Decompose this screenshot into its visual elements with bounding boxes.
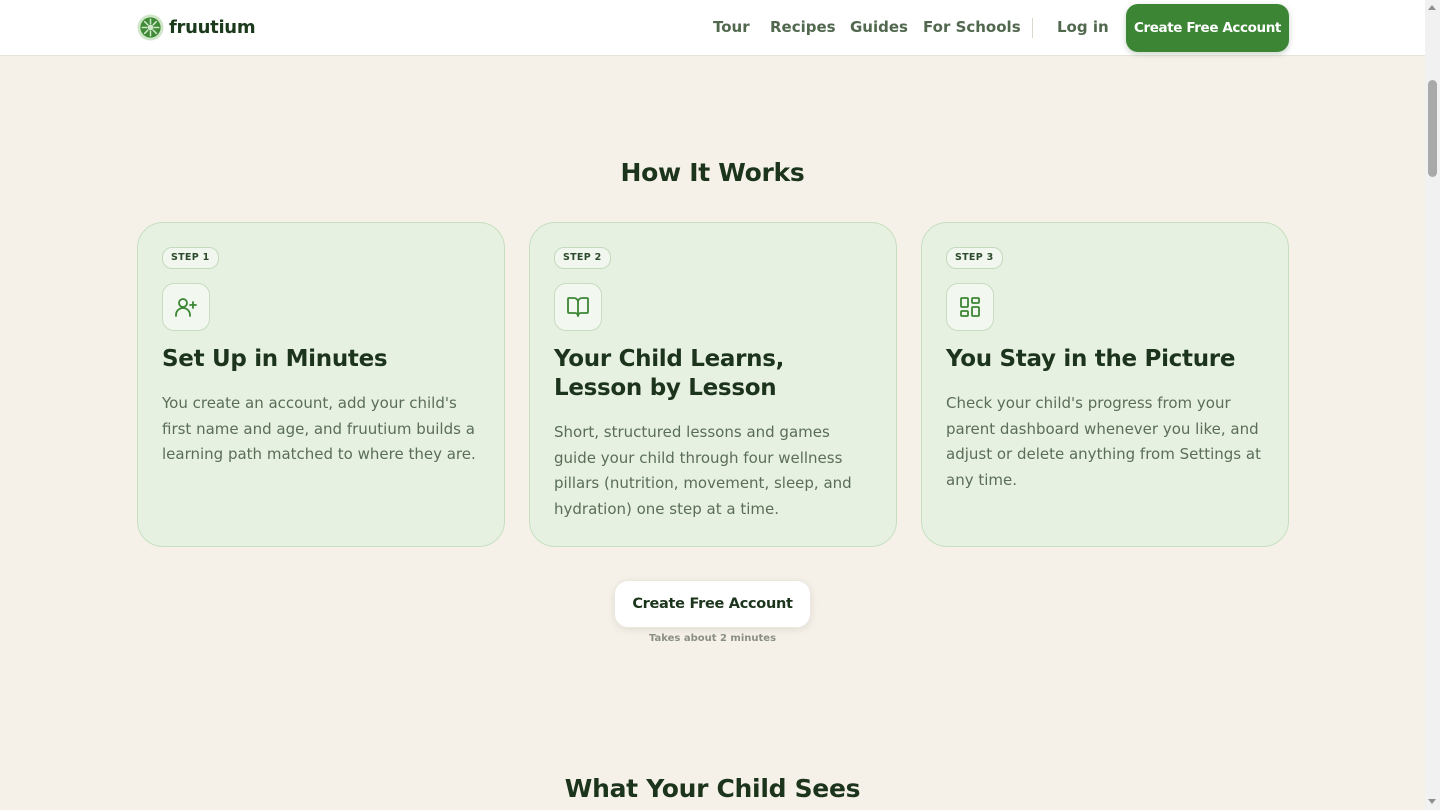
step-card-2: STEP 2 Your Child Learns, Lesson by Less… (529, 222, 897, 547)
brand-name: fruutium (169, 17, 256, 38)
nav-link-recipes[interactable]: Recipes (770, 18, 836, 36)
nav-link-guides[interactable]: Guides (850, 18, 908, 36)
section-title-what-your-child-sees: What Your Child Sees (564, 774, 861, 803)
login-link[interactable]: Log in (1057, 18, 1109, 36)
page-scrollbar[interactable] (1425, 0, 1440, 810)
create-account-button[interactable]: Create Free Account (614, 580, 811, 628)
nav-link-tour[interactable]: Tour (713, 18, 750, 36)
step-badge: STEP 3 (946, 247, 1003, 269)
page: fruutium Tour Recipes Guides For Schools… (0, 0, 1425, 810)
step-description: You create an account, add your child's … (162, 394, 476, 464)
user-plus-icon (162, 283, 210, 331)
logo[interactable]: fruutium (137, 14, 256, 41)
step-title: Your Child Learns, Lesson by Lesson (554, 346, 785, 401)
step-badge: STEP 2 (554, 247, 611, 269)
scrollbar-thumb[interactable] (1428, 80, 1437, 177)
step-card-3: STEP 3 You Stay in the Picture Check you… (921, 222, 1289, 547)
section-title-how-it-works: How It Works (620, 158, 805, 187)
cta-note: Takes about 2 minutes (648, 633, 777, 644)
step-description: Short, structured lessons and games guid… (554, 423, 852, 519)
step-card-1: STEP 1 Set Up in Minutes You create an a… (137, 222, 505, 547)
site-header: fruutium Tour Recipes Guides For Schools… (0, 0, 1425, 56)
nav-divider (1032, 18, 1033, 38)
scroll-down-arrow-icon[interactable] (1428, 799, 1436, 804)
nav-link-for-schools[interactable]: For Schools (923, 18, 1021, 36)
step-title: You Stay in the Picture (946, 346, 1236, 372)
dashboard-icon (946, 283, 994, 331)
scroll-up-arrow-icon[interactable] (1428, 5, 1436, 10)
step-title: Set Up in Minutes (162, 346, 388, 372)
fruit-logo-icon (137, 14, 164, 41)
step-badge: STEP 1 (162, 247, 219, 269)
create-account-button-header[interactable]: Create Free Account (1126, 4, 1289, 52)
step-description: Check your child's progress from your pa… (946, 394, 1261, 490)
book-open-icon (554, 283, 602, 331)
